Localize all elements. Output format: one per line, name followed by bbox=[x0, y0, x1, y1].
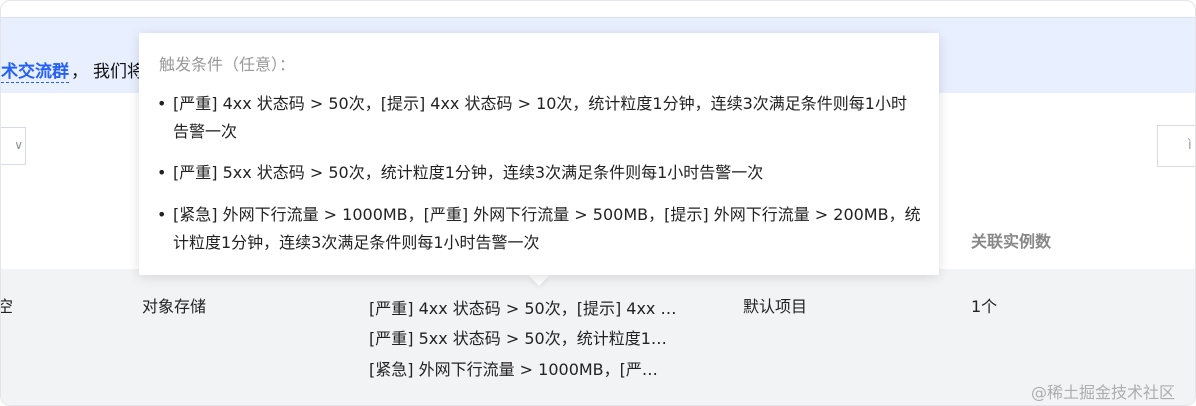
watermark: @稀土掘金技术社区 bbox=[1031, 383, 1176, 402]
cell-trigger-line-3[interactable]: [紧急] 外网下行流量 > 1000MB，[严… bbox=[369, 360, 714, 380]
page-frame: 术交流群 ， 我们将 ∨ ì 关联实例数 空 对象存储 [严重] 4xx 状态码… bbox=[0, 0, 1196, 406]
condition-text: [紧急] 外网下行流量 > 1000MB，[严重] 外网下行流量 > 500MB… bbox=[173, 205, 921, 252]
cell-project: 默认项目 bbox=[743, 297, 808, 316]
search-placeholder: ì bbox=[1188, 138, 1192, 153]
popover-condition-item: • [严重] 4xx 状态码 > 50次，[提示] 4xx 状态码 > 10次，… bbox=[157, 90, 922, 146]
cell-name[interactable]: 空 bbox=[1, 297, 13, 317]
cell-trigger-line-1[interactable]: [严重] 4xx 状态码 > 50次，[提示] 4xx … bbox=[369, 299, 714, 319]
search-input[interactable]: ì bbox=[1157, 125, 1195, 167]
bullet-icon: • bbox=[157, 163, 167, 182]
cell-type: 对象存储 bbox=[142, 297, 207, 316]
bullet-icon: • bbox=[157, 94, 167, 113]
column-header-instances: 关联实例数 bbox=[971, 232, 1052, 251]
notice-text: 我们将 bbox=[93, 62, 144, 82]
filter-select[interactable]: ∨ bbox=[1, 127, 26, 165]
community-group-link[interactable]: 术交流群 bbox=[1, 62, 69, 83]
popover-title: 触发条件（任意）： bbox=[159, 55, 296, 74]
condition-text: [严重] 4xx 状态码 > 50次，[提示] 4xx 状态码 > 10次，统计… bbox=[173, 94, 907, 141]
popover-condition-item: • [紧急] 外网下行流量 > 1000MB，[严重] 外网下行流量 > 500… bbox=[157, 201, 922, 257]
cell-instances: 1个 bbox=[971, 297, 998, 316]
popover-condition-item: • [严重] 5xx 状态码 > 50次，统计粒度1分钟，连续3次满足条件则每1… bbox=[157, 159, 922, 187]
trigger-conditions-popover: 触发条件（任意）： • [严重] 4xx 状态码 > 50次，[提示] 4xx … bbox=[139, 33, 939, 275]
chevron-down-icon: ∨ bbox=[14, 138, 23, 152]
condition-text: [严重] 5xx 状态码 > 50次，统计粒度1分钟，连续3次满足条件则每1小时… bbox=[173, 163, 764, 182]
notice-comma: ， bbox=[71, 62, 88, 82]
bullet-icon: • bbox=[157, 205, 167, 224]
table-row[interactable]: 空 对象存储 [严重] 4xx 状态码 > 50次，[提示] 4xx … [严重… bbox=[1, 269, 1195, 405]
cell-trigger-line-2[interactable]: [严重] 5xx 状态码 > 50次，统计粒度1… bbox=[369, 329, 714, 349]
